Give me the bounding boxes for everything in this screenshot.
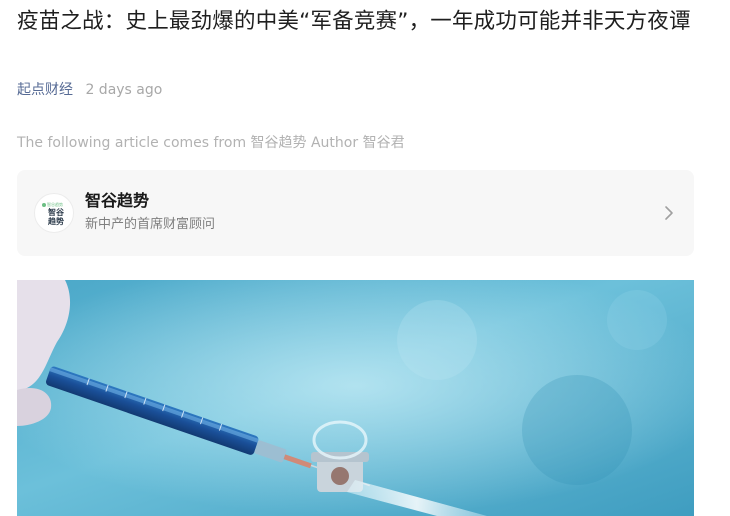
article-meta: 起点财经 2 days ago: [17, 80, 162, 100]
article-title: 疫苗之战：史上最劲爆的中美“军备竞赛”，一年成功可能并非天方夜谭: [17, 9, 691, 34]
account-card[interactable]: 智谷趋势 智谷趋势 智谷趋势 新中产的首席财富顾问: [17, 170, 694, 256]
account-name: 智谷趋势: [85, 191, 150, 210]
account-description: 新中产的首席财富顾问: [85, 217, 216, 232]
avatar-text: 智谷趋势: [48, 208, 64, 226]
article-page: 疫苗之战：史上最劲爆的中美“军备竞赛”，一年成功可能并非天方夜谭 起点财经 2 …: [0, 0, 730, 516]
account-logo-icon: 智谷趋势 智谷趋势: [34, 193, 74, 233]
article-source-link[interactable]: 起点财经: [17, 82, 73, 98]
avatar-dot: [42, 203, 46, 207]
vaccine-syringe-image: [17, 280, 694, 516]
avatar-mini-text: 智谷趋势: [47, 202, 63, 207]
article-publish-time: 2 days ago: [85, 82, 163, 98]
reprint-source-note: The following article comes from 智谷趋势 Au…: [17, 135, 405, 151]
chevron-right-icon: [665, 206, 673, 220]
